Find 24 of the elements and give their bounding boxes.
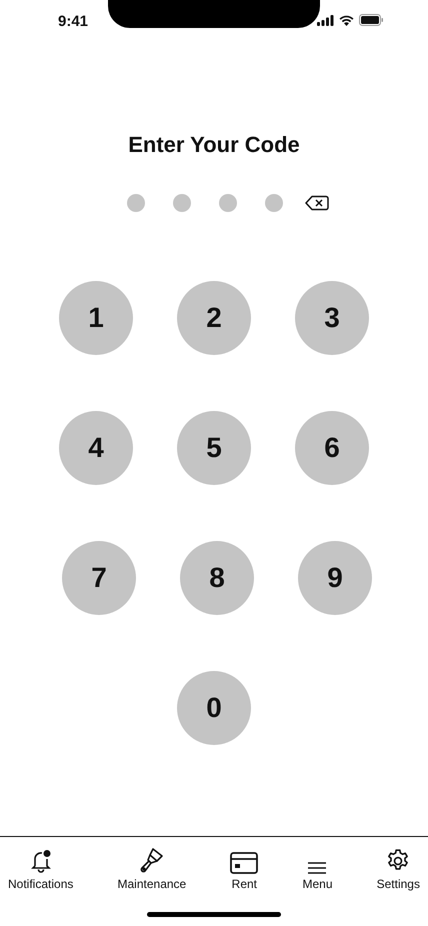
keypad-key[interactable]: 3 [295,281,369,355]
nav-tab[interactable]: Settings [374,841,422,891]
keypad-key[interactable]: 7 [62,541,136,615]
wifi-icon [339,14,354,26]
keypad-key[interactable]: 0 [177,671,251,745]
card-icon [230,852,258,874]
nav-tab[interactable]: Notifications [6,841,76,891]
paintbrush-icon [138,846,165,874]
keypad-key[interactable]: 1 [59,281,133,355]
keypad-key[interactable]: 5 [177,411,251,485]
signal-icon [317,14,334,26]
keypad-key[interactable]: 4 [59,411,133,485]
keypad-key[interactable]: 6 [295,411,369,485]
keypad-key[interactable]: 8 [180,541,254,615]
nav-tab[interactable]: Maintenance [116,841,188,891]
menu-icon [308,862,326,874]
nav-tab[interactable]: Menu [300,841,334,891]
backspace-button[interactable] [305,195,329,211]
status-time: 9:41 [58,12,88,30]
battery-icon [359,14,384,26]
keypad-key[interactable]: 2 [177,281,251,355]
page-title: Enter Your Code [127,132,301,158]
keypad-key[interactable]: 9 [298,541,372,615]
nav-tab[interactable]: Rent [228,841,260,891]
